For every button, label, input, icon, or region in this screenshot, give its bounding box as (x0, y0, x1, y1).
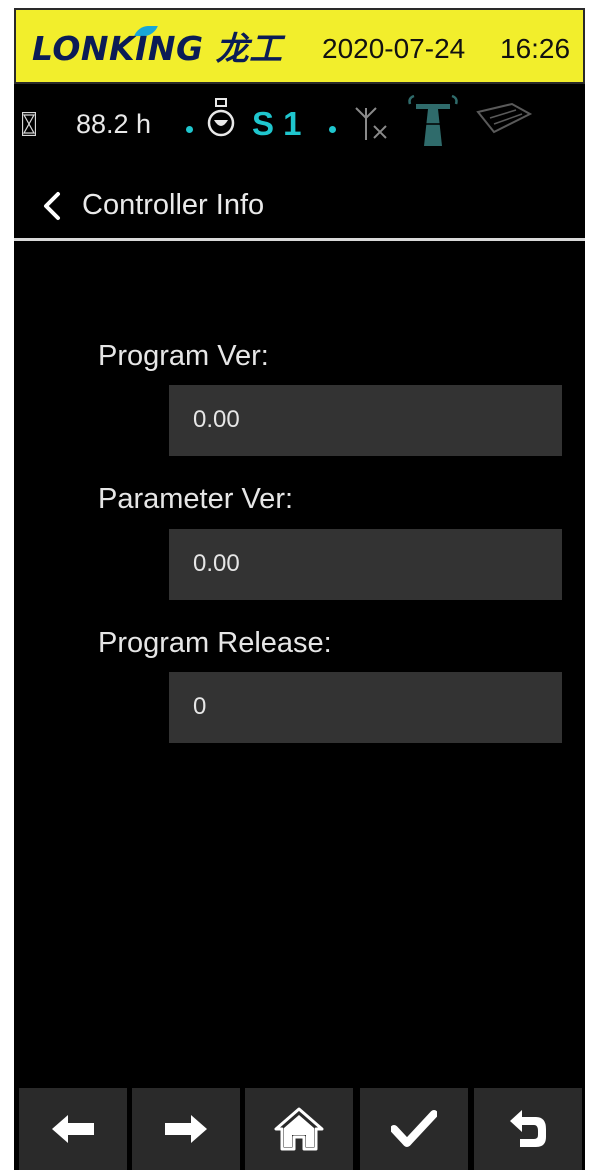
nav-return-button[interactable] (474, 1088, 582, 1170)
program-release-label: Program Release: (98, 627, 332, 659)
program-release-field: 0 (169, 672, 562, 743)
parameter-ver-value: 0.00 (193, 550, 240, 577)
home-icon (274, 1107, 324, 1151)
card-icon (476, 102, 533, 134)
current-date: 2020-07-24 (322, 33, 466, 64)
engine-icon (207, 98, 235, 137)
nav-home-button[interactable] (245, 1088, 353, 1170)
program-ver-field: 0.00 (169, 385, 562, 456)
current-time: 16:26 (500, 33, 571, 64)
brand-logo: LONKING 龙工 (32, 26, 302, 72)
parameter-ver-label: Parameter Ver: (98, 483, 294, 515)
arrow-right-icon (165, 1115, 207, 1143)
controller-screen: LONKING 龙工 2020-07-24 16:26 88.2 h S 1 C… (14, 8, 585, 1170)
top-header: LONKING 龙工 2020-07-24 16:26 (14, 8, 585, 84)
nav-right-button[interactable] (132, 1088, 240, 1170)
chevron-left-icon[interactable] (38, 186, 66, 226)
program-ver-value: 0.00 (193, 406, 240, 433)
program-ver-label: Program Ver: (98, 340, 269, 372)
program-release-value: 0 (193, 693, 207, 720)
parameter-ver-field: 0.00 (169, 529, 562, 600)
status-bar: 88.2 h S 1 (14, 86, 585, 172)
operating-hours: 88.2 h (76, 109, 152, 139)
arrow-left-icon (52, 1115, 94, 1143)
hourglass-icon (22, 112, 36, 136)
nav-left-button[interactable] (19, 1088, 127, 1170)
brand-name: LONKING 龙工 (32, 29, 283, 68)
title-divider (14, 238, 585, 241)
checkmark-icon (391, 1110, 437, 1147)
gear-indicator: S 1 (252, 105, 302, 142)
signal-tower-icon (408, 94, 458, 146)
page-title: Controller Info (82, 189, 265, 221)
status-dot (329, 126, 336, 133)
no-signal-antenna-icon (355, 107, 387, 140)
return-icon (510, 1110, 546, 1147)
status-dot (186, 126, 193, 133)
nav-confirm-button[interactable] (360, 1088, 468, 1170)
title-bar: Controller Info (14, 172, 585, 238)
bottom-nav (14, 1088, 585, 1170)
